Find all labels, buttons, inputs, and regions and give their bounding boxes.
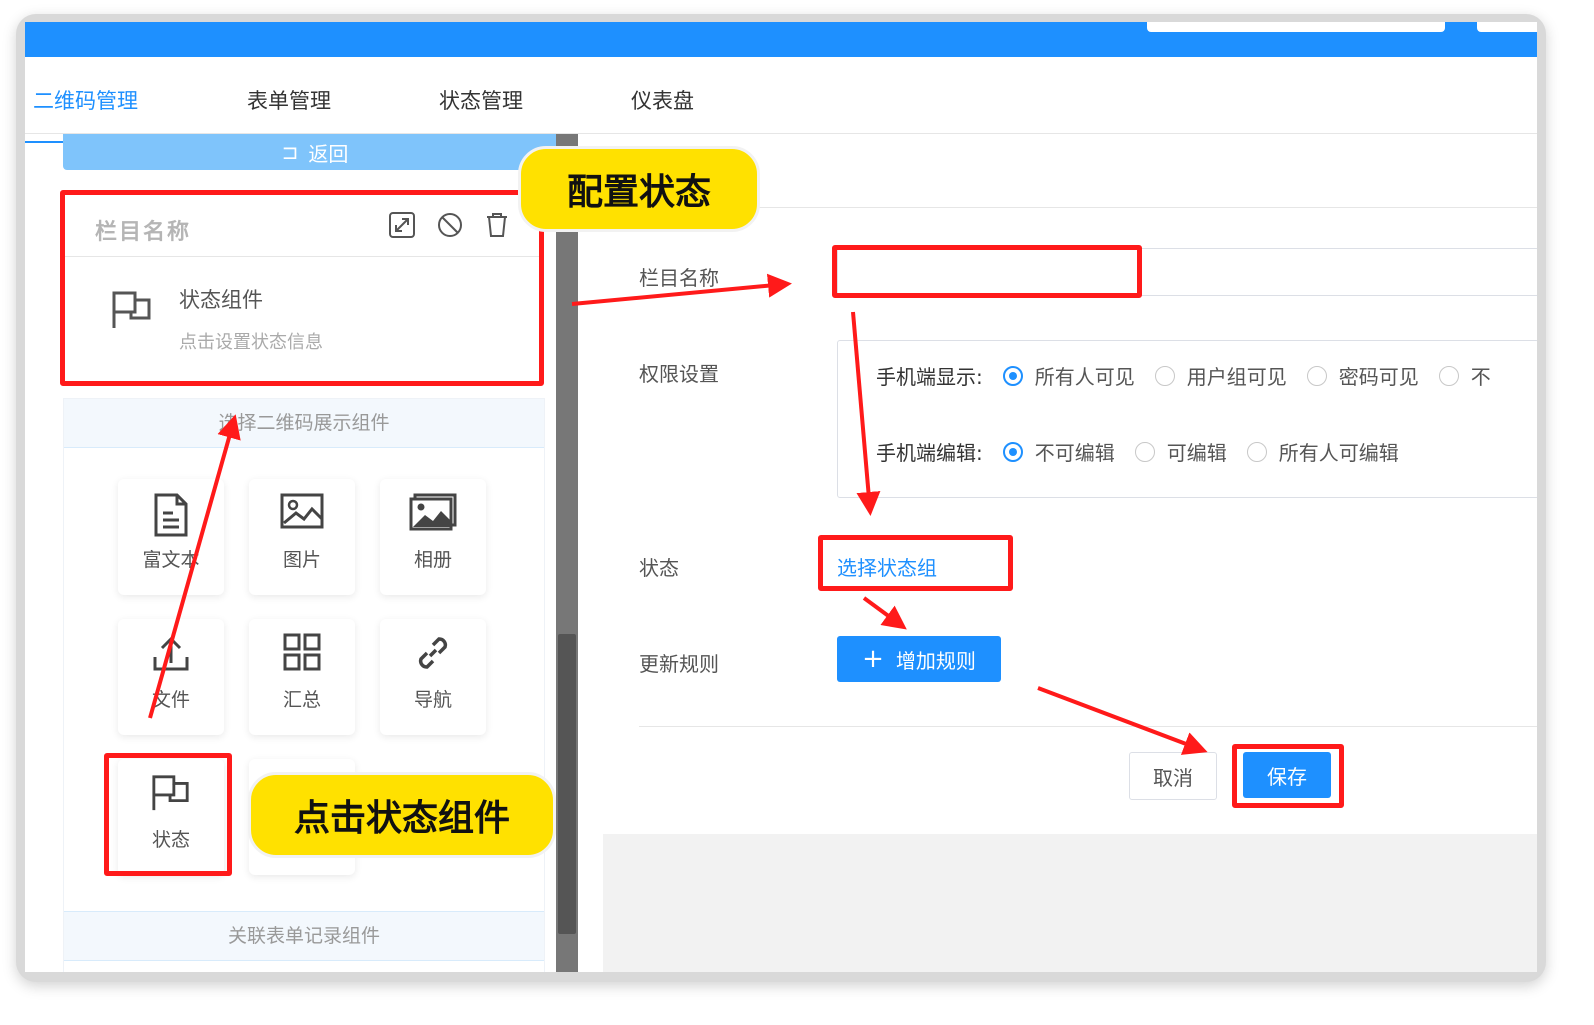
radio-edit-allowed[interactable] xyxy=(1134,441,1155,462)
radio-edit-none[interactable] xyxy=(1002,441,1023,462)
top-action[interactable] xyxy=(1477,22,1537,32)
cancel-button[interactable]: 取消 xyxy=(1129,752,1217,800)
column-name-input[interactable] xyxy=(837,248,1537,296)
column-card-title: 栏目名称 xyxy=(95,220,192,245)
update-rule-label: 更新规则 xyxy=(639,652,719,676)
tile-navigation[interactable]: 导航 xyxy=(380,619,486,735)
linked-records-header: 关联表单记录组件 xyxy=(64,911,544,961)
mobile-display-row: 手机端显示: 所有人可见 用户组可见 密码可见 不 xyxy=(876,365,1491,389)
flag-icon xyxy=(112,291,151,328)
picker-header: 选择二维码展示组件 xyxy=(64,399,544,448)
upload-icon xyxy=(153,636,189,671)
tile-file[interactable]: 文件 xyxy=(118,619,224,735)
return-icon: ⊐ xyxy=(281,140,299,164)
save-button[interactable]: 保存 xyxy=(1243,752,1331,798)
component-picker: 选择二维码展示组件 富文本 图片 相册 文件 汇总 导航 状态 关联表单记录组件 xyxy=(63,398,545,972)
tile-rich-text[interactable]: 富文本 xyxy=(118,479,224,595)
tab-status[interactable]: 状态管理 xyxy=(439,85,523,115)
back-button[interactable]: ⊐ 返回 xyxy=(63,134,567,170)
tab-forms[interactable]: 表单管理 xyxy=(247,85,331,115)
select-status-group-link[interactable]: 选择状态组 xyxy=(837,552,937,581)
album-icon xyxy=(409,493,457,531)
column-name-label: 栏目名称 xyxy=(639,266,719,290)
permission-box: 手机端显示: 所有人可见 用户组可见 密码可见 不 手机端编辑: 不可编辑 可编… xyxy=(837,340,1537,498)
component-name: 状态组件 xyxy=(179,288,263,312)
collapse-icon[interactable] xyxy=(389,212,415,238)
tile-status[interactable]: 状态 xyxy=(118,759,224,875)
plus-icon: + xyxy=(862,644,884,674)
search-input[interactable] xyxy=(1147,22,1445,32)
grid-icon xyxy=(283,633,321,671)
callout-configure: 配置状态 xyxy=(518,146,760,232)
radio-display-group[interactable] xyxy=(1154,365,1175,386)
tile-album[interactable]: 相册 xyxy=(380,479,486,595)
radio-display-all[interactable] xyxy=(1002,365,1023,386)
trash-icon[interactable] xyxy=(485,212,509,238)
top-bar xyxy=(25,22,1537,57)
tab-bar: 二维码管理 表单管理 状态管理 仪表盘 xyxy=(25,57,1537,143)
image-icon xyxy=(280,493,324,529)
radio-display-none[interactable] xyxy=(1438,365,1459,386)
tile-summary[interactable]: 汇总 xyxy=(249,619,355,735)
status-label: 状态 xyxy=(639,556,679,580)
flag-icon xyxy=(152,775,189,811)
form-footer-area xyxy=(603,834,1537,972)
column-card-header: 栏目名称 xyxy=(63,194,539,257)
callout-click-component: 点击状态组件 xyxy=(248,772,556,858)
link-icon xyxy=(418,637,448,669)
disable-icon[interactable] xyxy=(437,212,463,238)
divider xyxy=(639,726,1537,727)
card-actions xyxy=(389,212,509,238)
radio-display-password[interactable] xyxy=(1306,365,1327,386)
document-icon xyxy=(154,493,188,537)
tab-qrcode[interactable]: 二维码管理 xyxy=(33,85,138,115)
component-hint: 点击设置状态信息 xyxy=(179,332,323,353)
permission-label: 权限设置 xyxy=(639,362,719,386)
radio-edit-all[interactable] xyxy=(1246,441,1267,462)
tile-image[interactable]: 图片 xyxy=(249,479,355,595)
add-rule-button[interactable]: + 增加规则 xyxy=(837,636,1001,682)
status-component-item[interactable]: 状态组件 点击设置状态信息 xyxy=(63,264,539,354)
mobile-edit-row: 手机端编辑: 不可编辑 可编辑 所有人可编辑 xyxy=(876,441,1399,465)
tab-dashboard[interactable]: 仪表盘 xyxy=(631,85,694,115)
scrollbar-thumb[interactable] xyxy=(558,634,576,934)
